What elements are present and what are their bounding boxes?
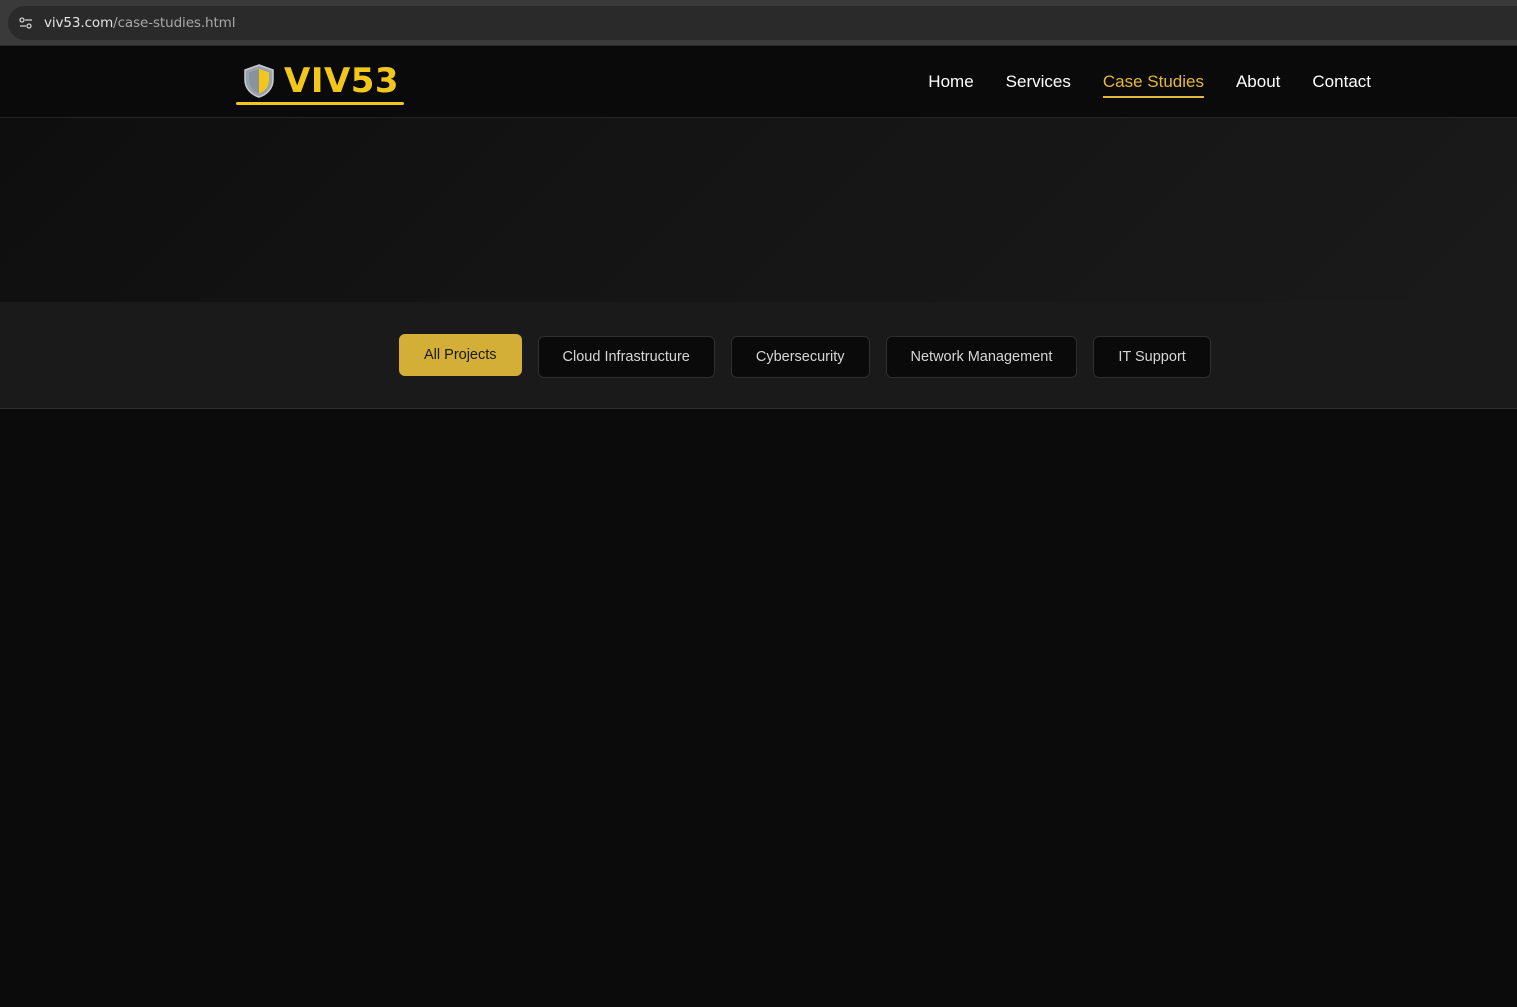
nav-home[interactable]: Home (928, 68, 973, 96)
nav-about[interactable]: About (1236, 68, 1280, 96)
logo[interactable]: VIV53 (236, 56, 399, 106)
logo-text: VIV53 (284, 61, 400, 101)
filter-cybersecurity[interactable]: Cybersecurity (730, 336, 870, 378)
filter-it-support[interactable]: IT Support (1093, 336, 1211, 378)
filter-network-management[interactable]: Network Management (885, 336, 1078, 378)
tune-icon[interactable] (8, 6, 44, 40)
url-domain: viv53.com (44, 15, 114, 31)
main-nav: Home Services Case Studies About Contact (928, 46, 1371, 118)
filter-all-projects[interactable]: All Projects (399, 334, 522, 376)
filter-buttons: All Projects Cloud Infrastructure Cybers… (399, 332, 1211, 378)
logo-underline (236, 102, 404, 105)
nav-case-studies[interactable]: Case Studies (1102, 68, 1205, 98)
nav-services[interactable]: Services (1006, 68, 1071, 96)
filter-bar: All Projects Cloud Infrastructure Cybers… (0, 302, 1517, 409)
url-path: /case-studies.html (113, 15, 236, 31)
filter-cloud-infrastructure[interactable]: Cloud Infrastructure (537, 336, 715, 378)
address-bar[interactable]: viv53.com/case-studies.html (8, 6, 1517, 40)
site-header: VIV53 Home Services Case Studies About C… (0, 46, 1517, 118)
url-text[interactable]: viv53.com/case-studies.html (44, 15, 235, 31)
shield-icon (244, 64, 274, 98)
browser-toolbar: viv53.com/case-studies.html (0, 0, 1517, 46)
case-studies-grid (0, 409, 1517, 1007)
nav-contact[interactable]: Contact (1312, 68, 1371, 96)
hero-banner (0, 118, 1517, 302)
